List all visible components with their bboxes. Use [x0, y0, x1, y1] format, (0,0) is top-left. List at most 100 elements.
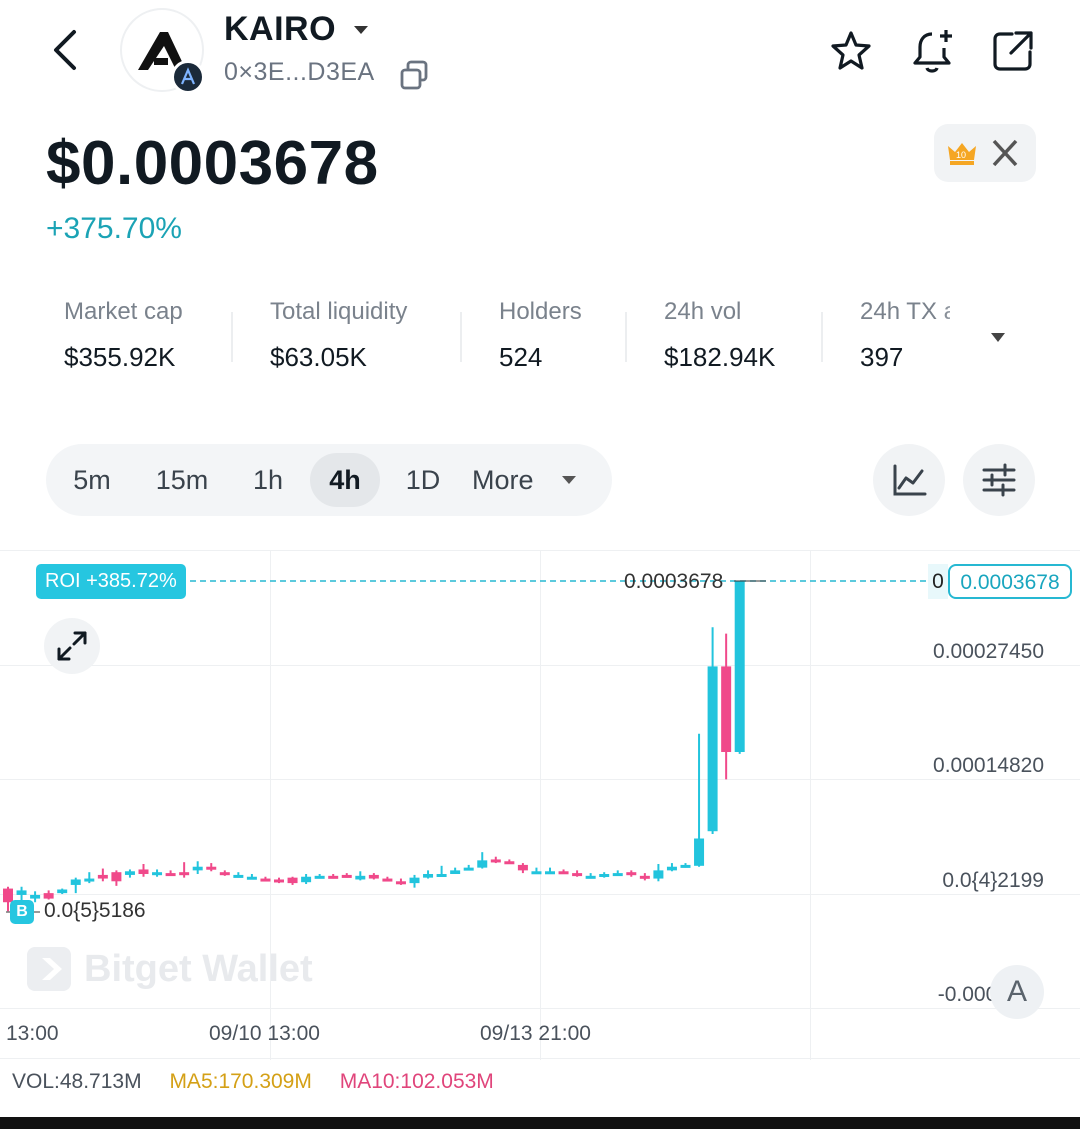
- candle-body: [504, 861, 515, 865]
- candle-body: [70, 879, 81, 885]
- candle-body: [531, 871, 542, 875]
- candle-body: [721, 666, 732, 752]
- tab-1h[interactable]: 1h: [238, 453, 298, 507]
- candle-body: [450, 870, 461, 875]
- candle-body: [84, 878, 95, 882]
- current-price-tag: 0.0003678: [948, 564, 1072, 599]
- stat-value: $182.94K: [664, 342, 776, 372]
- candle-body: [246, 876, 257, 880]
- candle-body: [206, 866, 217, 870]
- stat-value: $63.05K: [270, 342, 367, 372]
- price-change-percent: +375.70%: [46, 212, 182, 245]
- system-nav-bar: [0, 1117, 1080, 1129]
- candle-body: [423, 874, 434, 878]
- stat-market-cap: Market cap $355.92K: [64, 298, 183, 373]
- divider: [625, 312, 627, 362]
- candle-body: [57, 889, 68, 894]
- candle-body: [626, 872, 637, 876]
- star-favorite-icon[interactable]: [828, 28, 874, 74]
- stat-label: 24h vol: [664, 298, 742, 325]
- line-chart-toggle-button[interactable]: [873, 444, 945, 516]
- candle-body: [328, 875, 339, 879]
- candle-body: [639, 875, 650, 879]
- candle-body: [666, 866, 677, 871]
- share-external-icon[interactable]: [990, 28, 1036, 74]
- divider: [821, 312, 823, 362]
- candle-body: [558, 871, 569, 875]
- stat-label: 24h TX ad: [860, 298, 950, 325]
- candle-body: [165, 873, 176, 877]
- candle-body: [585, 875, 596, 879]
- candle-body: [734, 581, 745, 752]
- tab-15m[interactable]: 15m: [142, 453, 222, 507]
- stat-24h-vol: 24h vol $182.94K: [664, 298, 775, 373]
- bitget-wallet-logo-icon: [26, 946, 74, 999]
- candle-body: [409, 877, 420, 884]
- back-icon[interactable]: [44, 26, 88, 74]
- candle-body: [545, 871, 555, 875]
- svg-text:10: 10: [956, 150, 966, 160]
- line-chart-icon: [893, 464, 927, 496]
- ma5-value: MA5:170.309M: [169, 1070, 312, 1093]
- candle-body: [138, 869, 149, 875]
- bell-add-alert-icon[interactable]: [908, 28, 954, 74]
- ma10-value: MA10:102.053M: [339, 1070, 494, 1093]
- x-tick-label: 09/13 21:00: [480, 1022, 591, 1045]
- more-caret-icon[interactable]: [562, 476, 576, 484]
- x-twitter-icon: [992, 139, 1018, 167]
- copy-icon[interactable]: [398, 58, 432, 92]
- price-tag-prefix: 0: [928, 564, 948, 599]
- sliders-icon: [982, 463, 1016, 497]
- stat-value: 397: [860, 342, 904, 372]
- candle-body: [179, 872, 190, 876]
- y-tick-label: 0.0{4}2199: [942, 869, 1044, 892]
- tab-4h[interactable]: 4h: [310, 453, 380, 507]
- divider: [231, 312, 233, 362]
- chart-settings-button[interactable]: [963, 444, 1035, 516]
- candle-body: [395, 881, 406, 885]
- candle-body: [301, 876, 312, 883]
- high-price-label: 0.0003678: [624, 570, 724, 593]
- tab-1d[interactable]: 1D: [392, 453, 454, 507]
- buy-marker[interactable]: B: [10, 900, 34, 924]
- expand-icon: [57, 631, 87, 661]
- candle-body: [599, 874, 610, 878]
- candle-body: [97, 874, 108, 879]
- volume-value: VOL:48.713M: [12, 1070, 142, 1093]
- expand-chart-button[interactable]: [44, 618, 100, 674]
- social-links[interactable]: 10: [934, 124, 1036, 182]
- divider: [460, 312, 462, 362]
- stats-expand-caret-icon[interactable]: [991, 333, 1005, 342]
- candle-body: [707, 666, 718, 832]
- candle-body: [612, 873, 623, 877]
- candle-body: [341, 874, 352, 878]
- candle-body: [368, 874, 379, 879]
- auto-scale-button[interactable]: A: [990, 965, 1044, 1019]
- candle-body: [260, 878, 271, 882]
- volume-legend: VOL:48.713M MA5:170.309M MA10:102.053M: [12, 1070, 516, 1094]
- candle-body: [30, 894, 41, 899]
- candle-body: [314, 875, 325, 879]
- candle-body: [436, 874, 447, 878]
- stat-fade-overlay: [940, 296, 990, 336]
- stat-value: $355.92K: [64, 342, 176, 372]
- candle-body: [274, 879, 284, 883]
- token-dropdown-caret-icon[interactable]: [354, 26, 368, 34]
- stat-holders: Holders 524: [499, 298, 582, 373]
- y-tick-label: 0.00014820: [933, 754, 1044, 777]
- tab-5m[interactable]: 5m: [58, 453, 126, 507]
- roi-badge: ROI +385.72%: [36, 564, 186, 599]
- candle-body: [192, 866, 203, 871]
- candle-body: [572, 873, 583, 877]
- candle-body: [463, 867, 474, 871]
- low-price-label: 0.0{5}5186: [44, 899, 146, 922]
- x-tick-label: 09/10 13:00: [209, 1022, 320, 1045]
- tab-more[interactable]: More: [472, 453, 556, 507]
- token-name[interactable]: KAIRO: [224, 10, 336, 49]
- candle-body: [517, 864, 528, 871]
- stat-value: 524: [499, 342, 543, 372]
- stat-24h-tx: 24h TX ad 397: [860, 298, 950, 373]
- stat-total-liquidity: Total liquidity $63.05K: [270, 298, 407, 373]
- candle-body: [111, 872, 122, 882]
- interval-tabs: 5m 15m 1h 4h 1D More: [46, 444, 612, 516]
